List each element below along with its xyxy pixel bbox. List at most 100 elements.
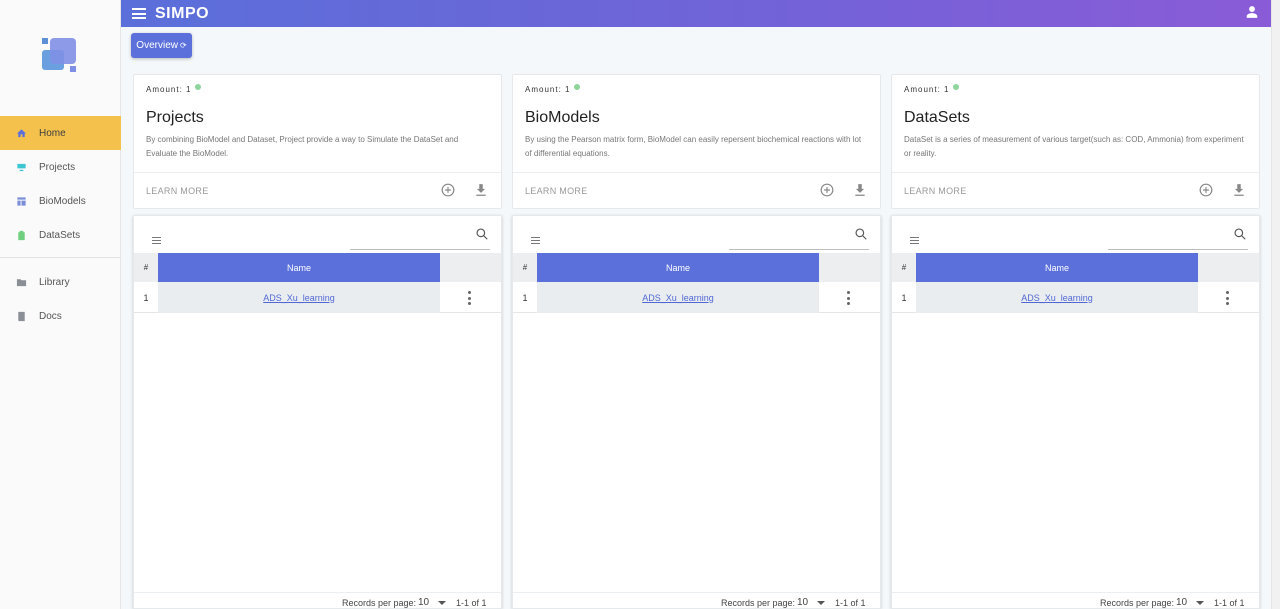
- status-dot: [195, 83, 202, 90]
- column-header-name[interactable]: Name: [158, 253, 440, 282]
- list-icon[interactable]: [152, 231, 161, 244]
- status-dot: [574, 83, 581, 90]
- download-icon[interactable]: [475, 183, 487, 197]
- row-name-link[interactable]: ADS_Xu_learning: [1021, 293, 1093, 303]
- sidebar-item-projects[interactable]: Projects: [0, 150, 121, 184]
- learn-more-button[interactable]: LEARN MORE: [525, 186, 588, 196]
- card-title: Projects: [146, 109, 204, 126]
- more-vert-icon[interactable]: [847, 291, 851, 305]
- download-icon[interactable]: [854, 183, 866, 197]
- column-header-index[interactable]: #: [513, 253, 537, 282]
- card-title: DataSets: [904, 109, 970, 126]
- row-name-link[interactable]: ADS_Xu_learning: [642, 293, 714, 303]
- refresh-icon: ⟳: [179, 41, 187, 50]
- card-description: DataSet is a series of measurement of va…: [904, 135, 1244, 158]
- card-divider: [892, 172, 1259, 173]
- datasets-icon: [16, 230, 27, 241]
- menu-icon[interactable]: [132, 8, 146, 19]
- records-per-page-label: Records per page:: [342, 598, 417, 608]
- page-scrollbar[interactable]: [1271, 0, 1280, 609]
- row-name-link[interactable]: ADS_Xu_learning: [263, 293, 335, 303]
- dropdown-arrow-icon[interactable]: [438, 601, 446, 605]
- search-input[interactable]: [1108, 228, 1228, 248]
- table-footer: Records per page: 10 1-1 of 1: [134, 592, 501, 609]
- row-index: 1: [522, 292, 528, 303]
- sidebar-item-datasets[interactable]: DataSets: [0, 218, 121, 252]
- list-icon[interactable]: [531, 231, 540, 244]
- sidebar-item-biomodels[interactable]: BioModels: [0, 184, 121, 218]
- top-app-bar: SIMPO: [121, 0, 1271, 27]
- book-icon: [16, 311, 27, 322]
- home-icon: [16, 128, 27, 139]
- search-input[interactable]: [729, 228, 849, 248]
- table-row: 1 ADS_Xu_learning: [892, 282, 1259, 313]
- sidebar-divider: [0, 257, 121, 258]
- account-icon[interactable]: [1245, 5, 1259, 19]
- pagination-range: 1-1 of 1: [1214, 598, 1245, 608]
- folder-icon: [16, 277, 27, 288]
- dropdown-arrow-icon[interactable]: [1196, 601, 1204, 605]
- sidebar: Home Projects BioModels DataSets Library…: [0, 0, 121, 609]
- sidebar-item-docs[interactable]: Docs: [0, 299, 121, 333]
- row-index: 1: [143, 292, 149, 303]
- card-title: BioModels: [525, 109, 600, 126]
- search-icon[interactable]: [854, 227, 868, 241]
- learn-more-button[interactable]: LEARN MORE: [904, 186, 967, 196]
- sidebar-item-home[interactable]: Home: [0, 116, 121, 150]
- search-underline: [1108, 249, 1248, 250]
- card-description: By combining BioModel and Dataset, Proje…: [146, 135, 459, 158]
- sidebar-item-label: BioModels: [39, 195, 86, 207]
- column-header-index[interactable]: #: [892, 253, 916, 282]
- datasets-summary-card: Amount: 1 DataSets DataSet is a series o…: [891, 74, 1260, 209]
- list-icon[interactable]: [910, 231, 919, 244]
- status-dot: [953, 83, 960, 90]
- table-header: # Name: [513, 253, 880, 282]
- sidebar-item-library[interactable]: Library: [0, 265, 121, 299]
- projects-icon: [16, 162, 27, 173]
- add-circle-icon[interactable]: [441, 183, 455, 197]
- sidebar-item-label: Library: [39, 276, 70, 288]
- table-footer: Records per page: 10 1-1 of 1: [892, 592, 1259, 609]
- sidebar-item-label: Projects: [39, 161, 76, 173]
- pagination-range: 1-1 of 1: [835, 598, 866, 608]
- column-header-index[interactable]: #: [134, 253, 158, 282]
- table-footer: Records per page: 10 1-1 of 1: [513, 592, 880, 609]
- sidebar-item-label: Docs: [39, 310, 62, 322]
- download-icon[interactable]: [1233, 183, 1245, 197]
- records-per-page-select[interactable]: 10: [418, 597, 429, 608]
- search-underline: [350, 249, 490, 250]
- sidebar-nav: Home Projects BioModels DataSets Library…: [0, 116, 121, 333]
- records-per-page-select[interactable]: 10: [797, 597, 808, 608]
- datasets-table-panel: # Name 1 ADS_Xu_learning Records per pag…: [891, 215, 1260, 609]
- biomodels-icon: [16, 196, 27, 207]
- table-header: # Name: [134, 253, 501, 282]
- card-divider: [134, 172, 501, 173]
- amount-label: Amount: 1: [904, 83, 960, 94]
- amount-label: Amount: 1: [146, 83, 202, 94]
- records-per-page-select[interactable]: 10: [1176, 597, 1187, 608]
- pagination-range: 1-1 of 1: [456, 598, 487, 608]
- projects-table-panel: # Name 1 ADS_Xu_learning Records per pag…: [133, 215, 502, 609]
- biomodels-summary-card: Amount: 1 BioModels By using the Pearson…: [512, 74, 881, 209]
- search-underline: [729, 249, 869, 250]
- search-icon[interactable]: [1233, 227, 1247, 241]
- search-input[interactable]: [350, 228, 470, 248]
- table-row: 1 ADS_Xu_learning: [513, 282, 880, 313]
- learn-more-button[interactable]: LEARN MORE: [146, 186, 209, 196]
- records-per-page-label: Records per page:: [721, 598, 796, 608]
- add-circle-icon[interactable]: [820, 183, 834, 197]
- card-divider: [513, 172, 880, 173]
- overview-button[interactable]: Overview ⟳: [131, 33, 192, 58]
- dropdown-arrow-icon[interactable]: [817, 601, 825, 605]
- add-circle-icon[interactable]: [1199, 183, 1213, 197]
- overview-label: Overview: [136, 40, 178, 51]
- search-icon[interactable]: [475, 227, 489, 241]
- amount-label: Amount: 1: [525, 83, 581, 94]
- column-header-name[interactable]: Name: [537, 253, 819, 282]
- table-header: # Name: [892, 253, 1259, 282]
- column-header-name[interactable]: Name: [916, 253, 1198, 282]
- sidebar-item-label: Home: [39, 127, 66, 139]
- app-logo: [40, 36, 78, 74]
- more-vert-icon[interactable]: [468, 291, 472, 305]
- more-vert-icon[interactable]: [1226, 291, 1230, 305]
